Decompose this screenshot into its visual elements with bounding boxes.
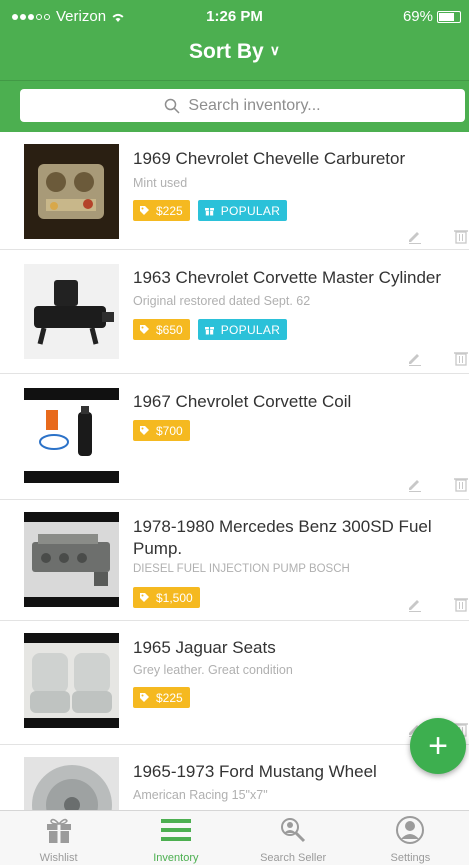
- tab-inventory[interactable]: Inventory: [117, 811, 234, 865]
- trash-icon[interactable]: [453, 350, 469, 366]
- list-item[interactable]: 1978-1980 Mercedes Benz 300SD Fuel Pump.…: [0, 500, 469, 621]
- app-header: Verizon 1:26 PM 69% Sort By ∨ Search inve…: [0, 0, 469, 132]
- tab-label: Search Seller: [260, 852, 327, 864]
- item-actions: [407, 228, 469, 244]
- gift-icon: [204, 208, 214, 216]
- price-badge: $225: [133, 200, 190, 221]
- edit-icon[interactable]: [407, 228, 423, 244]
- item-badges: $700: [133, 420, 190, 441]
- item-badges: $225: [133, 687, 190, 708]
- price-badge: $650: [133, 319, 190, 340]
- popular-label: POPULAR: [220, 322, 281, 337]
- search-seller-icon: [281, 818, 306, 843]
- edit-icon[interactable]: [407, 596, 423, 612]
- trash-icon[interactable]: [453, 476, 469, 492]
- item-thumbnail: [24, 757, 119, 810]
- item-title: 1969 Chevrolet Chevelle Carburetor: [133, 149, 406, 168]
- popular-badge: POPULAR: [197, 200, 288, 221]
- price-badge: $225: [133, 687, 190, 708]
- item-subtitle: Original restored dated Sept. 62: [133, 294, 311, 308]
- tag-icon: [140, 693, 149, 702]
- tab-label: Settings: [390, 852, 431, 864]
- price-label: $1,500: [156, 590, 193, 605]
- price-label: $650: [156, 322, 183, 337]
- item-title: 1965 Jaguar Seats: [133, 638, 276, 657]
- battery: 69%: [403, 8, 461, 25]
- price-label: $225: [156, 690, 183, 705]
- list-item[interactable]: 1965-1973 Ford Mustang Wheel American Ra…: [0, 745, 469, 810]
- item-thumbnail: [24, 512, 119, 607]
- price-label: $225: [156, 203, 183, 218]
- item-actions: [407, 476, 469, 492]
- item-title: 1978-1980 Mercedes Benz 300SD Fuel Pump.: [133, 517, 432, 558]
- item-title: 1967 Chevrolet Corvette Coil: [133, 392, 352, 411]
- item-badges: $225 POPULAR: [133, 200, 288, 221]
- list-icon: [160, 819, 191, 841]
- status-bar: Verizon 1:26 PM 69%: [0, 0, 469, 34]
- list-item[interactable]: 1967 Chevrolet Corvette Coil $700: [0, 374, 469, 500]
- item-actions: [407, 350, 469, 366]
- edit-icon[interactable]: [407, 476, 423, 492]
- header-divider: [0, 80, 469, 81]
- search-icon: [165, 98, 180, 114]
- popular-label: POPULAR: [220, 203, 281, 218]
- item-subtitle: Grey leather. Great condition: [133, 663, 293, 677]
- item-thumbnail: [24, 264, 119, 359]
- chevron-down-icon: ∨: [269, 42, 280, 58]
- status-time: 1:26 PM: [206, 8, 263, 25]
- sort-by-button[interactable]: Sort By ∨: [0, 40, 469, 64]
- price-label: $700: [156, 423, 183, 438]
- list-item[interactable]: 1969 Chevrolet Chevelle Carburetor Mint …: [0, 132, 469, 250]
- price-badge: $700: [133, 420, 190, 441]
- item-badges: $1,500: [133, 587, 200, 608]
- tab-label: Inventory: [153, 852, 199, 864]
- add-item-button[interactable]: +: [410, 718, 466, 774]
- list-item[interactable]: 1965 Jaguar Seats Grey leather. Great co…: [0, 621, 469, 745]
- item-subtitle: Mint used: [133, 176, 188, 190]
- item-thumbnail: [24, 633, 119, 728]
- battery-icon: [437, 10, 461, 23]
- tab-search-seller[interactable]: Search Seller: [235, 811, 352, 865]
- item-thumbnail: [24, 144, 119, 239]
- trash-icon[interactable]: [453, 228, 469, 244]
- tag-icon: [140, 593, 149, 602]
- item-badges: $650 POPULAR: [133, 319, 288, 340]
- battery-percent: 69%: [402, 8, 433, 25]
- search-placeholder: Search inventory...: [188, 96, 321, 114]
- item-actions: [407, 596, 469, 612]
- tag-icon: [140, 325, 149, 334]
- tab-label: Wishlist: [39, 852, 78, 864]
- tag-icon: [140, 206, 149, 215]
- trash-icon[interactable]: [453, 596, 469, 612]
- user-circle-icon: [396, 816, 425, 844]
- tag-icon: [140, 426, 149, 435]
- item-thumbnail: [24, 388, 119, 483]
- item-subtitle: American Racing 15"x7": [133, 788, 268, 802]
- search-input[interactable]: Search inventory...: [20, 89, 465, 122]
- sort-by-label: Sort By: [189, 40, 264, 63]
- gift-icon: [46, 818, 71, 843]
- tab-settings[interactable]: Settings: [352, 811, 469, 865]
- item-title: 1963 Chevrolet Corvette Master Cylinder: [133, 268, 442, 287]
- item-subtitle: DIESEL FUEL INJECTION PUMP BOSCH: [133, 563, 350, 575]
- price-badge: $1,500: [133, 587, 200, 608]
- tab-bar: Wishlist Inventory Search Seller Setting…: [0, 810, 469, 865]
- edit-icon[interactable]: [407, 350, 423, 366]
- gift-icon: [204, 327, 214, 335]
- tab-wishlist[interactable]: Wishlist: [0, 811, 117, 865]
- popular-badge: POPULAR: [197, 319, 288, 340]
- inventory-list[interactable]: 1969 Chevrolet Chevelle Carburetor Mint …: [0, 132, 469, 810]
- list-item[interactable]: 1963 Chevrolet Corvette Master Cylinder …: [0, 250, 469, 374]
